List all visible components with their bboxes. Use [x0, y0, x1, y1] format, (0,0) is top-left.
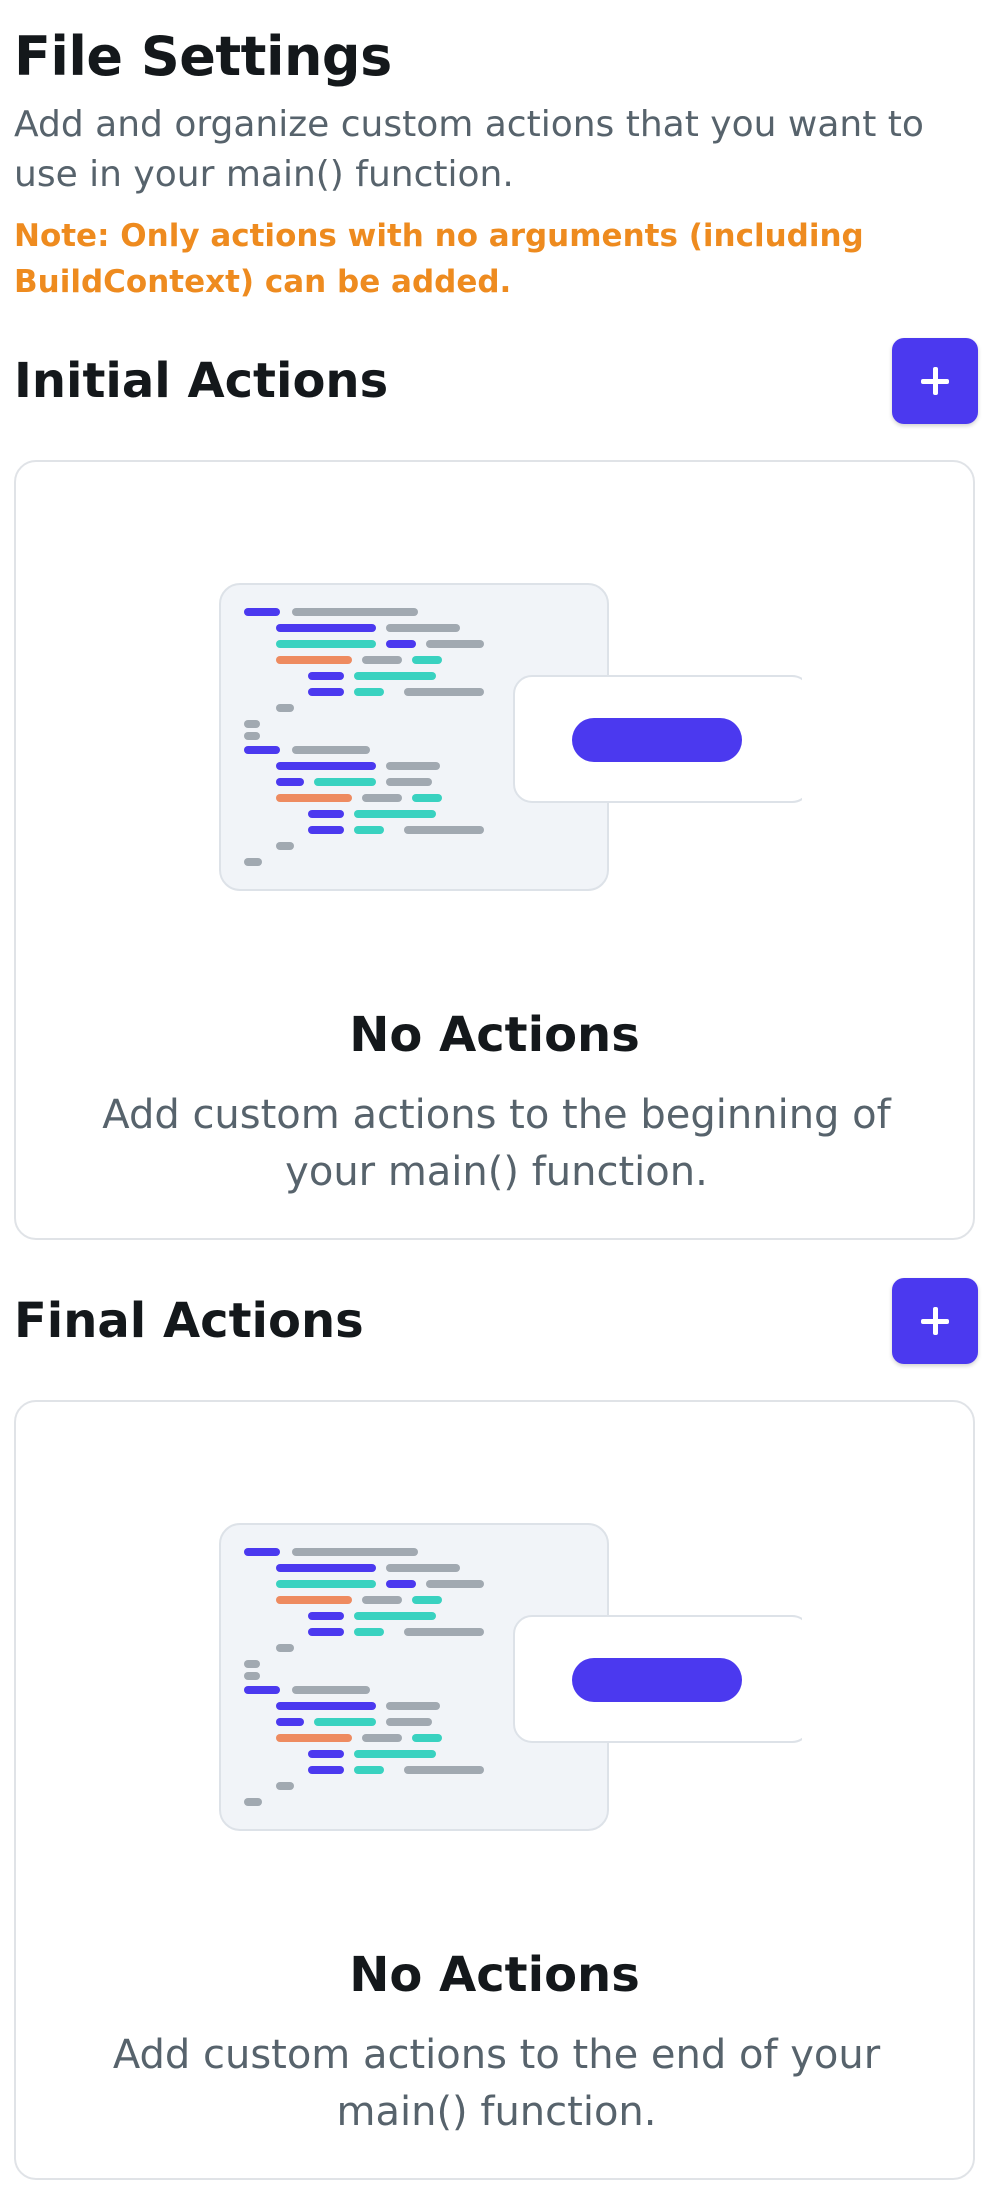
plus-icon: [921, 1307, 949, 1335]
final-actions-header: Final Actions: [14, 1278, 978, 1368]
final-actions-title: Final Actions: [14, 1293, 364, 1349]
empty-state-title: No Actions: [349, 1007, 640, 1063]
empty-state-text: Add custom actions to the end of your ma…: [112, 2032, 881, 2135]
empty-state-title: No Actions: [349, 1947, 640, 2003]
page-description: Add and organize custom actions that you…: [14, 104, 924, 195]
page-note: Note: Only actions with no arguments (in…: [14, 218, 864, 300]
code-actions-illustration: [219, 1523, 802, 1831]
plus-icon: [921, 367, 949, 395]
final-actions-empty-card: No Actions Add custom actions to the end…: [14, 1400, 975, 2180]
initial-actions-header: Initial Actions: [14, 338, 978, 428]
page-title: File Settings: [14, 25, 392, 88]
empty-state-text: Add custom actions to the beginning of y…: [102, 1092, 891, 1195]
code-actions-illustration: [219, 583, 802, 891]
add-final-action-button[interactable]: [892, 1278, 978, 1364]
initial-actions-title: Initial Actions: [14, 353, 389, 409]
initial-actions-empty-card: No Actions Add custom actions to the beg…: [14, 460, 975, 1240]
add-initial-action-button[interactable]: [892, 338, 978, 424]
